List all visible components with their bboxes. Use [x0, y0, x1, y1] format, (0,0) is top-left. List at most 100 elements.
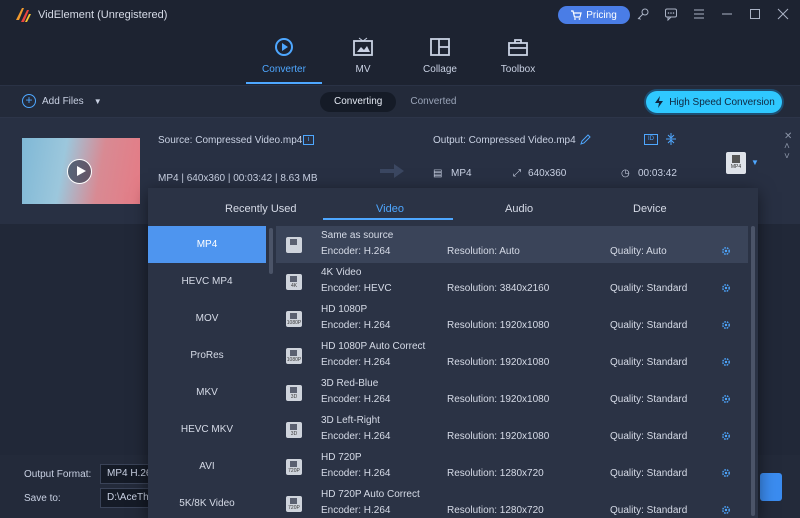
tab-toolbox[interactable]: Toolbox	[481, 36, 555, 86]
key-icon[interactable]	[636, 7, 650, 21]
preset-thumbnail-icon: 1080P	[286, 311, 302, 327]
collage-icon	[430, 38, 450, 56]
preset-thumbnail-icon: 720P	[286, 459, 302, 475]
preset-encoder: Encoder: H.264	[321, 394, 391, 405]
high-speed-conversion-toggle[interactable]: High Speed Conversion	[646, 91, 782, 113]
preset-name: Same as source	[321, 230, 394, 241]
format-category-tabs: Recently Used Video Audio Device	[148, 188, 758, 226]
preset-quality: Quality: Standard	[610, 320, 688, 331]
tab-converted[interactable]: Converted	[396, 92, 470, 112]
preset-resolution: Resolution: 3840x2160	[447, 283, 550, 294]
close-icon[interactable]	[776, 7, 790, 21]
preset-quality: Quality: Standard	[610, 394, 688, 405]
preset-quality: Quality: Standard	[610, 431, 688, 442]
add-files-button[interactable]: + Add Files ▼	[22, 94, 102, 108]
conversion-switch: Converting Converted	[320, 92, 471, 112]
arrow-right-icon	[380, 164, 404, 178]
gear-icon[interactable]	[721, 357, 731, 367]
chevron-down-icon[interactable]: ▼	[94, 97, 102, 106]
format-item-mp4[interactable]: MP4	[148, 226, 266, 263]
gear-icon[interactable]	[721, 468, 731, 478]
format-item-mov[interactable]: MOV	[148, 300, 266, 337]
play-icon[interactable]	[67, 159, 92, 184]
preset-resolution: Resolution: 1280x720	[447, 468, 544, 479]
save-to-label: Save to:	[24, 493, 61, 504]
preset-row[interactable]: 1080P HD 1080P Auto Correct Encoder: H.2…	[276, 337, 748, 374]
output-format-label: Output Format:	[24, 469, 92, 480]
preset-name: HD 1080P	[321, 304, 368, 315]
preset-resolution: Resolution: 1920x1080	[447, 394, 550, 405]
pricing-button[interactable]: Pricing	[558, 6, 630, 24]
preset-encoder: Encoder: H.264	[321, 505, 391, 516]
pricing-label: Pricing	[586, 9, 617, 21]
preset-row[interactable]: 720P HD 720P Auto Correct Encoder: H.264…	[276, 485, 748, 518]
preset-row[interactable]: Same as source Encoder: H.264 Resolution…	[276, 226, 748, 263]
tab-collage[interactable]: Collage	[403, 36, 477, 86]
output-format-selector[interactable]: MP4	[726, 152, 746, 174]
gear-icon[interactable]	[721, 283, 731, 293]
format-item-mkv[interactable]: MKV	[148, 374, 266, 411]
preset-list-scrollbar[interactable]	[751, 226, 755, 516]
preset-row[interactable]: 720P HD 720P Encoder: H.264 Resolution: …	[276, 448, 748, 485]
gear-icon[interactable]	[721, 246, 731, 256]
chevron-down-icon[interactable]: ˅	[784, 152, 792, 162]
format-item-hevc-mp4[interactable]: HEVC MP4	[148, 263, 266, 300]
tab-converting[interactable]: Converting	[320, 92, 397, 112]
tab-converter[interactable]: Converter	[247, 36, 321, 86]
format-item-hevc-mkv[interactable]: HEVC MKV	[148, 411, 266, 448]
format-item-avi[interactable]: AVI	[148, 448, 266, 485]
maximize-icon[interactable]	[748, 7, 762, 21]
preset-row[interactable]: 3D 3D Red-Blue Encoder: H.264 Resolution…	[276, 374, 748, 411]
format-item-5k-8k[interactable]: 5K/8K Video	[148, 485, 266, 518]
preset-encoder: Encoder: H.264	[321, 431, 391, 442]
gear-icon[interactable]	[721, 320, 731, 330]
compress-icon[interactable]	[666, 133, 676, 145]
tab-audio[interactable]: Audio	[505, 203, 533, 215]
preset-quality: Quality: Auto	[610, 246, 667, 257]
converter-icon	[275, 38, 293, 56]
tab-recently-used[interactable]: Recently Used	[225, 203, 297, 215]
info-icon[interactable]: i	[303, 135, 314, 145]
gear-icon[interactable]	[721, 394, 731, 404]
title-bar: VidElement (Unregistered) Pricing	[0, 0, 800, 30]
id-icon[interactable]: ID	[644, 134, 658, 145]
gear-icon[interactable]	[721, 505, 731, 515]
edit-icon[interactable]	[580, 134, 591, 145]
menu-icon[interactable]	[692, 7, 706, 21]
output-filename: Output: Compressed Video.mp4	[433, 135, 576, 146]
lightning-icon	[655, 96, 664, 108]
source-meta: MP4 | 640x360 | 00:03:42 | 8.63 MB	[158, 173, 318, 184]
feedback-icon[interactable]	[664, 7, 678, 22]
format-list-scrollbar[interactable]	[269, 228, 273, 274]
main-nav: Converter MV Collage Toolbox	[0, 30, 800, 86]
tab-converter-label: Converter	[262, 64, 306, 75]
minimize-icon[interactable]	[720, 7, 734, 21]
preset-row[interactable]: 3D 3D Left-Right Encoder: H.264 Resoluti…	[276, 411, 748, 448]
output-resolution: 640x360	[528, 168, 567, 179]
preset-resolution: Resolution: 1280x720	[447, 505, 544, 516]
preset-thumbnail-icon: 3D	[286, 422, 302, 438]
format-item-prores[interactable]: ProRes	[148, 337, 266, 374]
add-files-label: Add Files	[42, 95, 84, 107]
preset-quality: Quality: Standard	[610, 505, 688, 516]
gear-icon[interactable]	[721, 431, 731, 441]
video-thumbnail[interactable]	[22, 138, 140, 204]
preset-resolution: Resolution: 1920x1080	[447, 357, 550, 368]
preset-row[interactable]: 1080P HD 1080P Encoder: H.264 Resolution…	[276, 300, 748, 337]
preset-encoder: Encoder: H.264	[321, 357, 391, 368]
hsc-label: High Speed Conversion	[669, 96, 775, 108]
tab-device[interactable]: Device	[633, 203, 667, 215]
app-logo-icon	[16, 8, 31, 22]
preset-name: HD 720P	[321, 452, 362, 463]
mv-icon	[353, 37, 373, 56]
convert-all-button[interactable]	[760, 473, 782, 501]
tab-mv-label: MV	[355, 64, 371, 75]
preset-quality: Quality: Standard	[610, 468, 688, 479]
preset-row[interactable]: 4K 4K Video Encoder: HEVC Resolution: 38…	[276, 263, 748, 300]
tab-video[interactable]: Video	[376, 203, 404, 215]
chevron-down-icon[interactable]: ▼	[751, 158, 759, 167]
tab-mv[interactable]: MV	[326, 36, 400, 86]
preset-name: HD 720P Auto Correct	[321, 489, 420, 500]
preset-resolution: Resolution: Auto	[447, 246, 520, 257]
app-title: VidElement (Unregistered)	[38, 9, 168, 21]
